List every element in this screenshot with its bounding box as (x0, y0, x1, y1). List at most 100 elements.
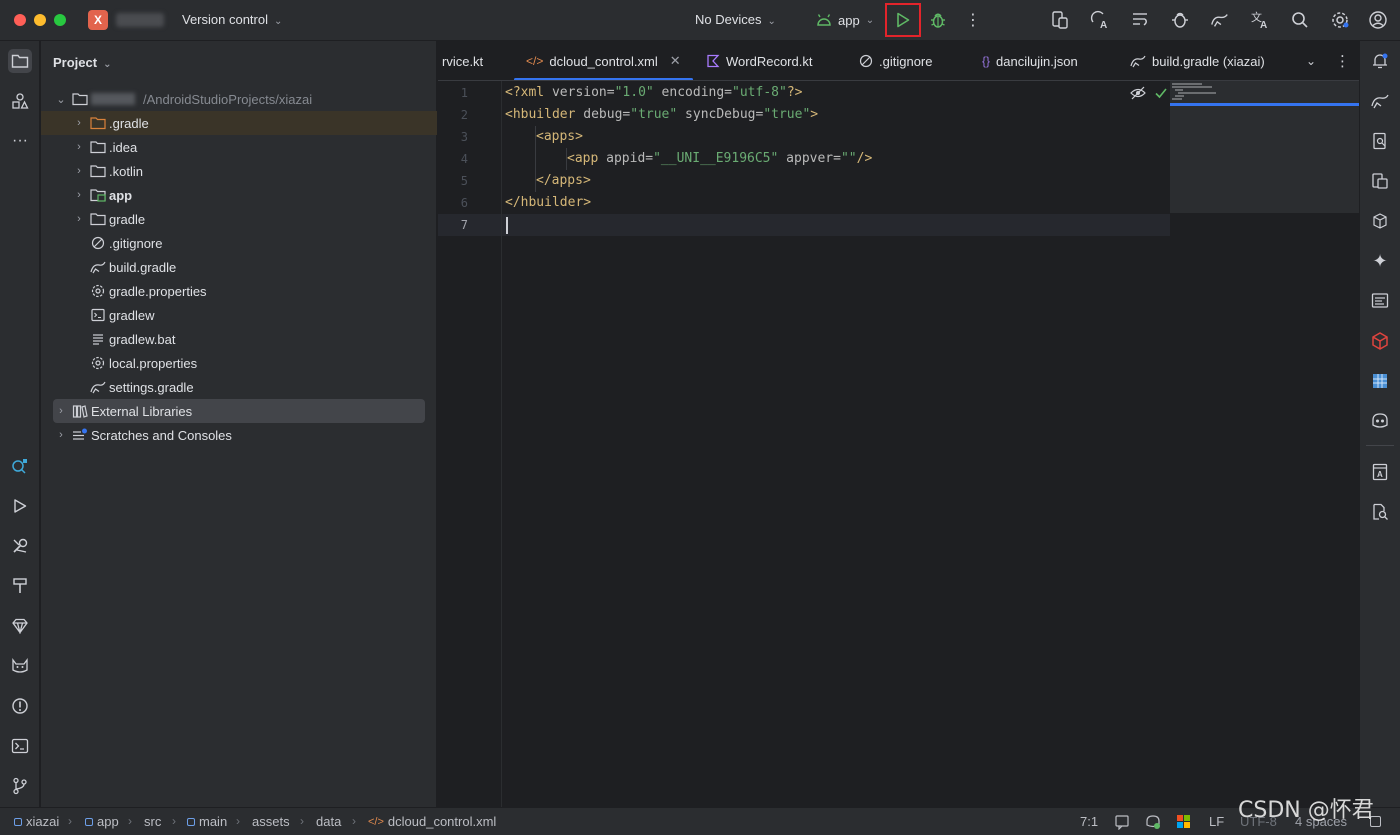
search-icon[interactable] (1290, 10, 1310, 30)
resource-manager-icon[interactable] (8, 89, 32, 113)
tabs-more-icon[interactable]: ⋮ (1335, 41, 1350, 80)
tree-item-gradle-properties[interactable]: gradle.properties (41, 279, 437, 303)
project-view-dropdown[interactable]: Project ⌄ (53, 55, 111, 70)
tree-item-label: gradlew.bat (109, 331, 176, 347)
gem-icon[interactable] (8, 614, 32, 638)
device-selector[interactable]: No Devices ⌄ (695, 12, 776, 27)
red-cube-plugin-icon[interactable] (1369, 330, 1391, 352)
tree-root-row[interactable]: ⌄ /AndroidStudioProjects/xiazai (41, 87, 437, 111)
tree-item-gradlew-bat[interactable]: gradlew.bat (41, 327, 437, 351)
more-tool-windows-icon[interactable]: ··· (8, 129, 32, 153)
ai-sparkle-icon[interactable]: ✦ (1369, 250, 1391, 272)
chevron-right-icon: › (172, 814, 176, 828)
bookmark-a-icon[interactable]: A (1369, 461, 1391, 483)
close-window-button[interactable] (14, 14, 26, 26)
layout-inspector-icon[interactable] (1369, 290, 1391, 312)
settings-gear-icon[interactable] (1330, 10, 1350, 30)
line-separator[interactable]: LF (1209, 814, 1224, 829)
device-file-explorer-icon[interactable] (1369, 130, 1391, 152)
project-name-blurred[interactable] (116, 13, 164, 27)
project-badge[interactable]: X (88, 10, 108, 30)
no-problems-check-icon[interactable] (1154, 86, 1168, 100)
reader-mode-eye-icon[interactable] (1130, 86, 1146, 100)
close-tab-icon[interactable]: ✕ (670, 53, 681, 69)
breadcrumb-src[interactable]: src (144, 814, 161, 829)
breadcrumb-app[interactable]: app (85, 814, 119, 829)
tree-item-gitignore[interactable]: .gitignore (41, 231, 437, 255)
tree-item-settings-gradle[interactable]: settings.gradle (41, 375, 437, 399)
project-tool-folder-icon[interactable] (8, 49, 32, 73)
zoom-window-button[interactable] (54, 14, 66, 26)
code-line: </apps> (536, 170, 591, 192)
language-translate-icon[interactable]: 文A (1250, 10, 1270, 30)
rearrange-icon[interactable] (1130, 10, 1150, 30)
breadcrumb-data[interactable]: data (316, 814, 341, 829)
build-tools-icon[interactable] (8, 534, 32, 558)
line-number: 4 (460, 152, 468, 166)
tab-gitignore[interactable]: .gitignore (859, 41, 932, 80)
chevron-right-icon: › (77, 213, 81, 225)
tree-item-external-libraries[interactable]: › External Libraries (53, 399, 425, 423)
copilot-status-icon[interactable] (1145, 814, 1161, 830)
code-token: <app (567, 151, 607, 166)
account-avatar-icon[interactable] (1368, 10, 1388, 30)
logcat-icon[interactable] (8, 654, 32, 678)
run-button[interactable] (885, 3, 921, 37)
tree-item-app[interactable]: › app (41, 183, 437, 207)
tab-service-kt[interactable]: rvice.kt (442, 41, 483, 80)
tree-item-idea[interactable]: › .idea (41, 135, 437, 159)
caret-position[interactable]: 7:1 (1080, 814, 1098, 829)
run-configuration-selector[interactable]: app ⌄ (816, 10, 874, 30)
app-quality-insights-icon[interactable] (8, 454, 32, 478)
breadcrumb-xiazai[interactable]: xiazai (14, 814, 59, 829)
code-editor[interactable]: 1 2 3 4 5 6 7 <?xml version="1.0" encodi… (438, 81, 1359, 807)
tab-wordrecord-kt[interactable]: WordRecord.kt (706, 41, 812, 80)
tree-item-kotlin[interactable]: › .kotlin (41, 159, 437, 183)
windows-logo-icon[interactable] (1177, 815, 1191, 829)
breadcrumb-file[interactable]: </> dcloud_control.xml (368, 814, 496, 829)
device-manager-icon[interactable] (1050, 10, 1070, 30)
more-actions-icon[interactable]: ⋮ (963, 10, 983, 30)
code-minimap[interactable] (1170, 81, 1359, 213)
build-hammer-icon[interactable] (8, 574, 32, 598)
chevron-right-icon: › (77, 141, 81, 153)
terminal-icon[interactable] (8, 734, 32, 758)
tab-dancilujin-json[interactable]: {} dancilujin.json (982, 41, 1078, 80)
translate-icon[interactable]: A (1090, 10, 1110, 30)
tree-item-gradlew[interactable]: gradlew (41, 303, 437, 327)
minimize-window-button[interactable] (34, 14, 46, 26)
gradle-file-icon (1130, 55, 1146, 68)
breadcrumb-main[interactable]: main (187, 814, 227, 829)
tree-item-gradle-hidden[interactable]: › .gradle (41, 111, 437, 135)
sync-gradle-icon[interactable] (1210, 10, 1230, 30)
copilot-icon[interactable] (1369, 410, 1391, 432)
comment-icon[interactable] (1114, 814, 1130, 830)
tree-item-build-gradle[interactable]: build.gradle (41, 255, 437, 279)
build-variants-icon[interactable] (1369, 210, 1391, 232)
tree-item-gradle[interactable]: › gradle (41, 207, 437, 231)
running-devices-icon[interactable] (1369, 170, 1391, 192)
problems-icon[interactable] (8, 694, 32, 718)
file-search-icon[interactable] (1369, 501, 1391, 523)
debug-button[interactable] (928, 10, 948, 30)
gradle-tool-icon[interactable] (1369, 90, 1391, 112)
code-token: > (810, 107, 819, 122)
tab-dcloud-control-xml[interactable]: </> dcloud_control.xml ✕ (526, 41, 681, 80)
tree-item-scratches[interactable]: › Scratches and Consoles (41, 423, 437, 447)
tab-build-gradle-xiazai[interactable]: build.gradle (xiazai) (1130, 41, 1265, 80)
blue-grid-plugin-icon[interactable] (1369, 370, 1391, 392)
breadcrumb-assets[interactable]: assets (252, 814, 290, 829)
project-tool-window: Project ⌄ ⌄ /AndroidStudioProjects/xiazai… (41, 41, 437, 807)
tree-item-label: gradlew (109, 307, 155, 323)
notifications-bell-icon[interactable] (1369, 50, 1391, 72)
strip-divider (1366, 445, 1394, 446)
tree-item-local-properties[interactable]: local.properties (41, 351, 437, 375)
code-token: </hbuilder> (505, 195, 592, 210)
git-branch-icon[interactable] (8, 774, 32, 798)
code-line: <?xml version="1.0" encoding="utf-8"?> (505, 82, 802, 104)
plugin-bug-icon[interactable] (1170, 10, 1190, 30)
version-control-dropdown[interactable]: Version control ⌄ (182, 12, 282, 27)
library-icon (72, 403, 88, 419)
run-tool-icon[interactable] (8, 494, 32, 518)
tabs-overflow-dropdown[interactable]: ⌄ (1306, 41, 1316, 80)
